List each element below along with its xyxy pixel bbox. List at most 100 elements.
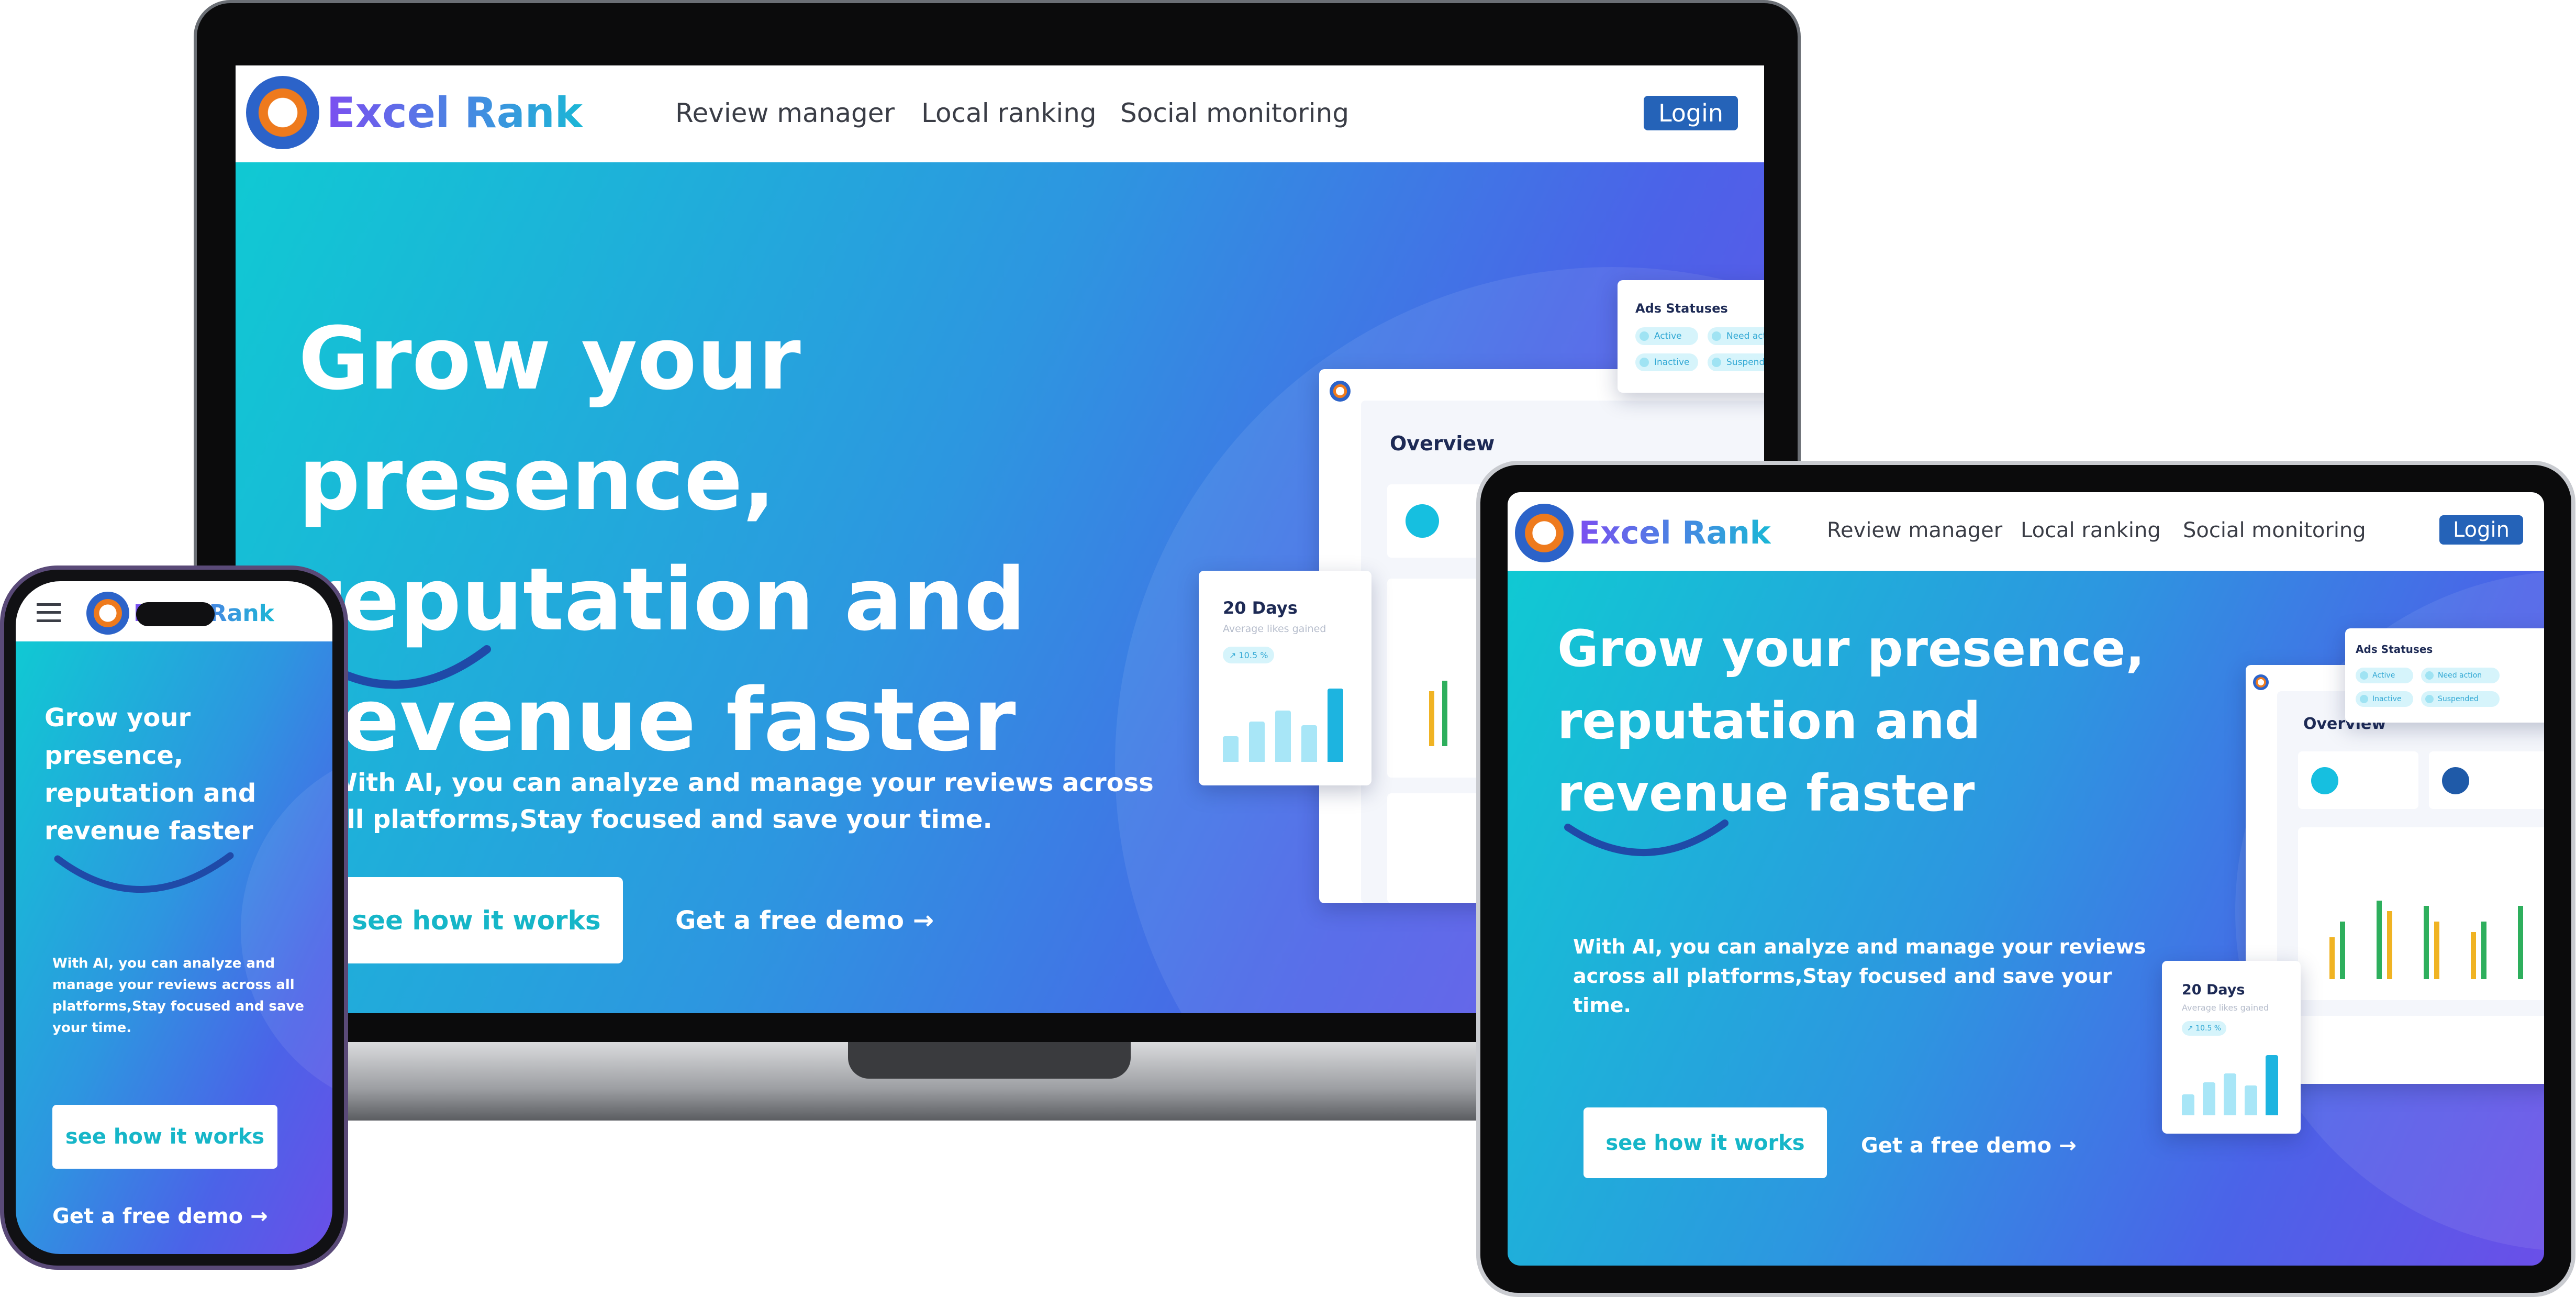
hero-headline: Grow your presence, reputation and reven…	[44, 703, 257, 846]
hero-subtext: With AI, you can analyze and manage your…	[1573, 935, 2146, 1017]
ads-status-card: Ads Statuses Active Need action Inactive…	[2345, 628, 2544, 723]
nav-social-monitoring[interactable]: Social monitoring	[2183, 518, 2366, 542]
nav-local-ranking[interactable]: Local ranking	[2021, 518, 2161, 542]
tablet-screen: Excel Rank Review manager Local ranking …	[1508, 492, 2544, 1266]
brand-name: Excel Rank	[327, 88, 583, 137]
status-pill-inactive: Inactive	[2356, 691, 2413, 707]
phone-hero: Grow your presence, reputation and reven…	[16, 641, 332, 1254]
chart-bar	[2340, 922, 2345, 979]
likes-card: 20 Days Average likes gained ↗ 10.5 %	[1199, 571, 1371, 785]
chart-bar	[2329, 937, 2335, 979]
hero-headline: Grow your presence, reputation and reven…	[298, 308, 1026, 770]
likes-bar-chart	[1223, 689, 1354, 762]
status-pill-active: Active	[1635, 327, 1698, 345]
status-pill-suspended: Suspended	[2421, 691, 2500, 707]
nav-review-manager[interactable]: Review manager	[1827, 518, 2002, 542]
overview-title: Overview	[1390, 432, 1495, 455]
free-demo-link[interactable]: Get a free demo →	[52, 1204, 268, 1228]
brand-name: Excel Rank	[1579, 515, 1771, 551]
tablet-device: Excel Rank Review manager Local ranking …	[1476, 461, 2575, 1297]
chart-bar	[1442, 681, 1447, 746]
nav-local-ranking[interactable]: Local ranking	[921, 98, 1097, 128]
status-label: Inactive	[1654, 357, 1690, 368]
status-label: Inactive	[2372, 695, 2402, 703]
chart-bar	[1429, 691, 1434, 746]
likes-card-title: 20 Days	[2182, 982, 2245, 998]
status-pill-active: Active	[2356, 668, 2413, 683]
menu-icon[interactable]	[37, 603, 61, 622]
chart-bar	[2471, 932, 2476, 979]
status-label: Suspended	[1726, 357, 1764, 368]
logo-icon	[246, 76, 319, 149]
status-label: Active	[1654, 331, 1682, 341]
logo-icon	[86, 592, 129, 635]
tablet-header: Excel Rank Review manager Local ranking …	[1508, 492, 2544, 571]
headline-underline	[1564, 819, 1729, 857]
logo-icon	[1330, 381, 1351, 402]
chart-bar	[2377, 901, 2382, 979]
likes-card: 20 Days Average likes gained ↗ 10.5 %	[2162, 961, 2301, 1134]
status-label: Need action	[1726, 331, 1764, 341]
laptop-notch	[848, 1042, 1131, 1079]
stat-dot	[2311, 767, 2338, 794]
ads-status-title: Ads Statuses	[2356, 643, 2433, 656]
likes-bar	[1275, 711, 1291, 762]
brand-logo[interactable]: Excel Rank	[246, 76, 583, 149]
login-button[interactable]: Login	[1644, 96, 1738, 130]
status-pill-suspended: Suspended	[1708, 353, 1764, 371]
likes-change-badge: ↗ 10.5 %	[2182, 1021, 2227, 1036]
status-label: Suspended	[2438, 695, 2479, 703]
phone-dynamic-island	[136, 602, 215, 626]
hero-subtext: With AI, you can analyze and manage your…	[52, 956, 305, 1036]
free-demo-link[interactable]: Get a free demo →	[675, 906, 934, 935]
chart-bar	[2434, 922, 2439, 979]
status-pill-need-action: Need action	[2421, 668, 2500, 683]
likes-card-subtitle: Average likes gained	[2182, 1003, 2269, 1013]
nav-social-monitoring[interactable]: Social monitoring	[1120, 98, 1349, 128]
likes-change-badge: ↗ 10.5 %	[1223, 647, 1275, 663]
chart-bar	[2518, 906, 2523, 979]
line-chart-panel	[2298, 1016, 2544, 1084]
stat-dot	[2442, 767, 2469, 794]
phone-screen: Excel Rank Grow your presence, reputatio…	[16, 581, 332, 1254]
logo-icon	[1515, 504, 1574, 562]
likes-bar	[2245, 1085, 2257, 1115]
status-label: Need action	[2438, 671, 2482, 680]
chart-bar	[2387, 911, 2392, 979]
see-how-it-works-button[interactable]: see how it works	[1583, 1107, 1827, 1178]
tablet-hero: Grow your presence, reputation and reven…	[1508, 571, 2544, 1266]
see-how-it-works-button[interactable]: see how it works	[330, 877, 623, 963]
likes-bar	[1249, 722, 1265, 762]
free-demo-link[interactable]: Get a free demo →	[1861, 1134, 2077, 1158]
likes-bar-chart	[2182, 1055, 2287, 1115]
overview-stat	[2298, 751, 2418, 809]
headline-underline	[54, 852, 234, 893]
see-how-it-works-button[interactable]: see how it works	[52, 1105, 277, 1169]
brand-logo[interactable]: Excel Rank	[1515, 504, 1771, 562]
likes-bar	[1328, 689, 1343, 762]
likes-bar	[2266, 1055, 2278, 1115]
likes-card-title: 20 Days	[1223, 598, 1298, 618]
ads-status-card: Ads Statuses Active Need action Inactive…	[1618, 280, 1764, 393]
likes-bar	[2224, 1073, 2236, 1115]
stat-dot	[1406, 504, 1439, 538]
phone-header: Excel Rank	[16, 581, 332, 641]
login-button[interactable]: Login	[2439, 515, 2523, 545]
hero-headline: Grow your presence, reputation and reven…	[1557, 619, 2145, 823]
likes-card-subtitle: Average likes gained	[1223, 623, 1326, 635]
status-label: Active	[2372, 671, 2395, 680]
overview-stat-secondary	[2429, 751, 2544, 809]
chart-bar	[2481, 922, 2486, 979]
phone-device: Excel Rank Grow your presence, reputatio…	[0, 566, 348, 1270]
ads-status-title: Ads Statuses	[1635, 301, 1728, 316]
status-pill-inactive: Inactive	[1635, 353, 1698, 371]
status-pill-need-action: Need action	[1708, 327, 1764, 345]
nav-review-manager[interactable]: Review manager	[675, 98, 895, 128]
likes-bar	[2182, 1094, 2194, 1115]
hero-subtext: With AI, you can analyze and manage your…	[330, 768, 1154, 834]
likes-bar	[1223, 736, 1239, 762]
bar-chart-panel	[2298, 827, 2544, 1000]
chart-bar	[2424, 906, 2429, 979]
likes-bar	[1301, 725, 1317, 762]
logo-icon	[2253, 674, 2269, 690]
